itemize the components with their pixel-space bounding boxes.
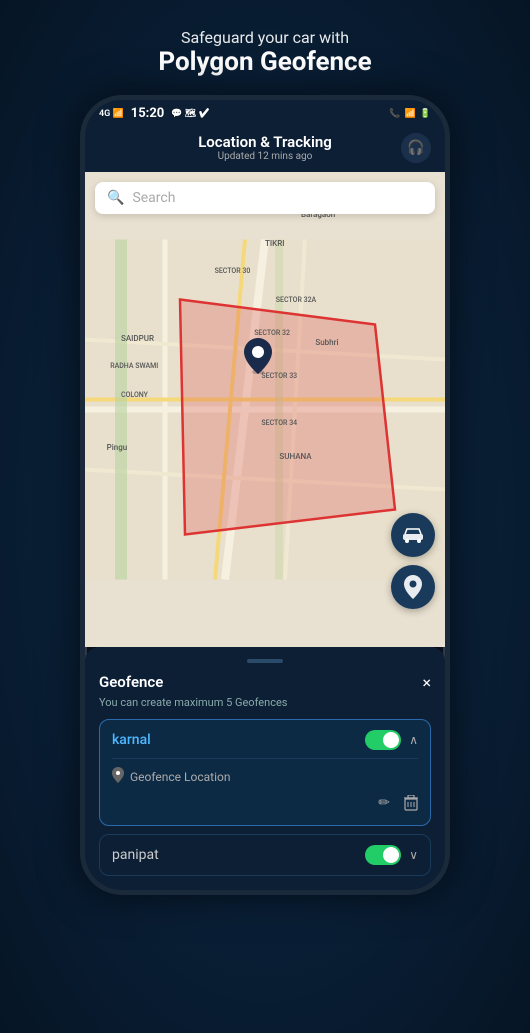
geofence-location-row: Geofence Location bbox=[112, 758, 418, 787]
app-title: Location & Tracking bbox=[198, 133, 332, 151]
label-tikri: TIKRI bbox=[265, 239, 285, 248]
location-label: Geofence Location bbox=[130, 770, 230, 784]
app-title-block: Location & Tracking Updated 12 mins ago bbox=[198, 133, 332, 162]
label-radha-swami: RADHA SWAMI bbox=[110, 362, 158, 370]
headphone-button[interactable]: 🎧 bbox=[401, 133, 431, 163]
panel-title: Geofence bbox=[99, 673, 163, 691]
label-suhana: SUHANA bbox=[279, 452, 311, 461]
geofence-name-panipat: panipat bbox=[112, 847, 159, 863]
label-subhri: Subhri bbox=[315, 338, 338, 347]
battery-icon: 🔋 bbox=[420, 109, 431, 119]
status-time: 15:20 bbox=[131, 106, 165, 121]
label-sector32a: SECTOR 32A bbox=[276, 296, 316, 304]
status-right: 📞 📶 🔋 bbox=[389, 109, 431, 119]
label-pingu: Pingu bbox=[107, 443, 128, 452]
label-sector30: SECTOR 30 bbox=[215, 267, 251, 275]
phone-frame: 4G 📶 15:20 💬 🗺 ✔ 📞 📶 🔋 Location & Tracki… bbox=[80, 95, 450, 895]
label-sector32: SECTOR 32 bbox=[254, 329, 290, 337]
status-bar: 4G 📶 15:20 💬 🗺 ✔ 📞 📶 🔋 bbox=[85, 100, 445, 127]
app-header: Location & Tracking Updated 12 mins ago … bbox=[85, 127, 445, 172]
chevron-down-icon[interactable]: ∨ bbox=[409, 848, 418, 862]
geofence-row-karnal: karnal ∧ bbox=[112, 730, 418, 750]
geofence-right-panipat: ∨ bbox=[365, 845, 418, 865]
label-sector34: SECTOR 34 bbox=[261, 419, 297, 427]
geofence-right-karnal: ∧ bbox=[365, 730, 418, 750]
search-bar[interactable]: 🔍 Search bbox=[95, 182, 435, 214]
map-area[interactable]: Baragaon TIKRI SECTOR 30 SECTOR 32A SAID… bbox=[85, 172, 445, 647]
delete-icon[interactable] bbox=[404, 795, 418, 815]
geofence-panel: Geofence × You can create maximum 5 Geof… bbox=[85, 647, 445, 890]
panel-handle bbox=[247, 659, 283, 663]
location-icon bbox=[112, 767, 124, 787]
wifi-icon: 📶 bbox=[405, 109, 416, 119]
fab-car-button[interactable] bbox=[391, 513, 435, 557]
geofence-name-karnal: karnal bbox=[112, 732, 151, 748]
panel-header: Geofence × bbox=[99, 673, 431, 692]
map-location-pin bbox=[244, 338, 272, 381]
search-placeholder: Search bbox=[132, 190, 175, 206]
page-subtitle: Safeguard your car with bbox=[158, 28, 371, 47]
chevron-up-icon[interactable]: ∧ bbox=[409, 733, 418, 747]
label-saidpur: SAIDPUR bbox=[121, 334, 154, 343]
toggle-karnal[interactable] bbox=[365, 730, 401, 750]
status-left: 4G 📶 15:20 💬 🗺 ✔ bbox=[99, 106, 210, 121]
headphone-icon: 🎧 bbox=[407, 140, 424, 156]
fab-pin-button[interactable] bbox=[391, 565, 435, 609]
geofence-actions: ✏ bbox=[112, 795, 418, 815]
app-subtitle: Updated 12 mins ago bbox=[198, 151, 332, 162]
geofence-item-panipat: panipat ∨ bbox=[99, 834, 431, 876]
search-icon: 🔍 bbox=[107, 190, 124, 206]
status-apps: 💬 🗺 ✔ bbox=[171, 109, 210, 119]
call-icon: 📞 bbox=[389, 109, 400, 119]
toggle-panipat[interactable] bbox=[365, 845, 401, 865]
edit-icon[interactable]: ✏ bbox=[378, 795, 390, 815]
label-colony: COLONY bbox=[121, 391, 148, 399]
panel-close-button[interactable]: × bbox=[422, 673, 431, 692]
network-icon: 4G 📶 bbox=[99, 109, 124, 119]
panel-subtitle: You can create maximum 5 Geofences bbox=[99, 696, 431, 709]
geofence-item-karnal: karnal ∧ Geofence Location ✏ bbox=[99, 719, 431, 826]
page-title: Polygon Geofence bbox=[158, 47, 371, 77]
page-header: Safeguard your car with Polygon Geofence bbox=[138, 0, 391, 95]
